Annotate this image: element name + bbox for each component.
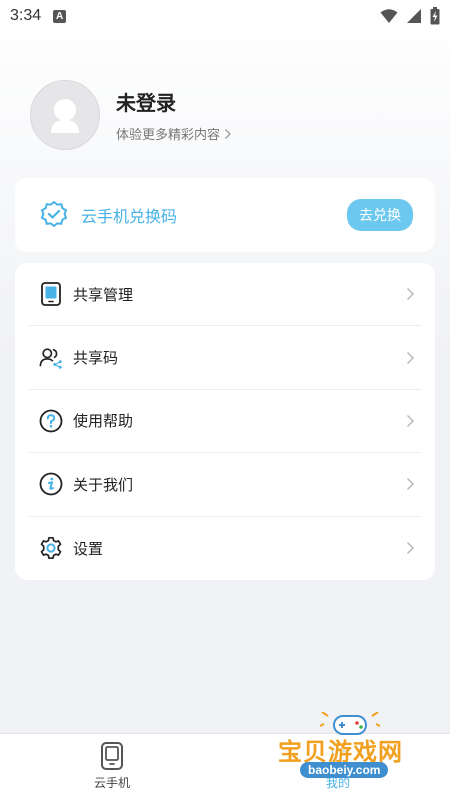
profile-header[interactable]: 未登录 体验更多精彩内容 <box>30 80 232 150</box>
redeem-button[interactable]: 去兑换 <box>347 199 413 231</box>
phone-icon <box>101 742 123 770</box>
status-icons <box>380 7 440 25</box>
chevron-right-icon <box>407 478 414 491</box>
menu-item-label: 设置 <box>73 539 104 558</box>
verified-badge-icon <box>40 200 68 228</box>
menu-item-share-management[interactable]: 共享管理 <box>29 263 421 327</box>
menu-item-label: 使用帮助 <box>73 412 134 431</box>
notification-icon: A <box>53 9 67 23</box>
menu-item-about[interactable]: 关于我们 <box>29 453 421 517</box>
wifi-icon <box>380 9 398 23</box>
menu-item-label: 共享管理 <box>73 285 134 304</box>
chevron-right-icon <box>407 351 414 364</box>
menu-item-settings[interactable]: 设置 <box>29 517 421 580</box>
avatar[interactable] <box>30 80 100 150</box>
status-time: 3:34 <box>10 7 42 24</box>
redeem-label: 云手机兑换码 <box>81 207 178 226</box>
watermark-url: baobeiy.com <box>300 762 389 778</box>
users-share-icon <box>39 346 63 370</box>
tablet-icon <box>39 282 63 307</box>
profile-name: 未登录 <box>116 91 176 115</box>
chevron-right-icon <box>407 542 414 555</box>
chevron-right-icon <box>225 128 231 139</box>
profile-subtitle: 体验更多精彩内容 <box>116 128 221 143</box>
nav-label: 云手机 <box>93 776 130 790</box>
nav-tab-cloud-phone[interactable]: 云手机 <box>72 742 152 791</box>
status-bar: 3:34 A <box>0 0 450 32</box>
menu-card: 共享管理 共享码 使用帮助 关于我们 设置 <box>15 263 435 580</box>
menu-item-label: 关于我们 <box>73 475 134 494</box>
chevron-right-icon <box>407 288 414 301</box>
help-circle-icon <box>39 409 63 433</box>
redeem-card[interactable]: 云手机兑换码 去兑换 <box>15 178 435 252</box>
default-avatar-icon <box>51 99 79 133</box>
profile-text: 未登录 体验更多精彩内容 <box>116 87 232 143</box>
menu-item-share-code[interactable]: 共享码 <box>29 326 421 390</box>
chevron-right-icon <box>407 414 414 427</box>
gear-icon <box>39 536 63 560</box>
battery-icon <box>430 7 440 25</box>
menu-item-help[interactable]: 使用帮助 <box>29 390 421 454</box>
profile-subtitle-link[interactable]: 体验更多精彩内容 <box>116 124 232 143</box>
signal-icon <box>407 9 421 23</box>
info-circle-icon <box>39 472 63 496</box>
menu-item-label: 共享码 <box>73 349 119 368</box>
watermark: 宝贝游戏网 baobeiy.com <box>270 712 450 800</box>
